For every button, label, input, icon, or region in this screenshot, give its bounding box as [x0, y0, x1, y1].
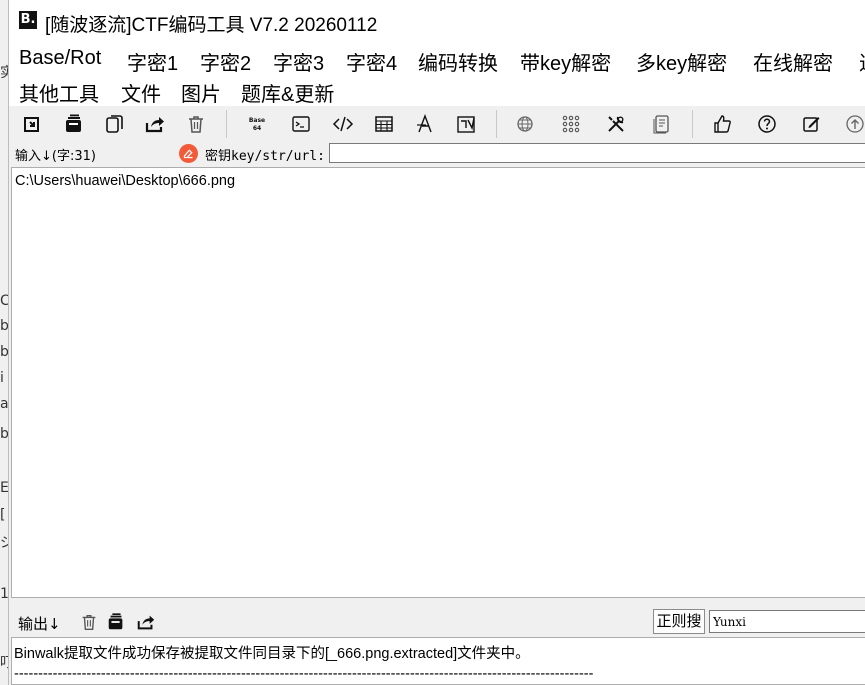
title-bar[interactable]: B. [随波逐流]CTF编码工具 V7.2 20260112 [9, 0, 865, 44]
menu-online-decrypt[interactable]: 在线解密 [753, 47, 833, 76]
menu-advanced[interactable]: 进 [859, 47, 865, 76]
menu-key-decrypt[interactable]: 带key解密 [520, 47, 611, 76]
output-share-icon[interactable] [135, 611, 157, 633]
document-icon[interactable] [649, 111, 675, 137]
toolbar: Base 64 [9, 106, 865, 142]
terminal-icon[interactable] [288, 111, 314, 137]
toolbar-separator [226, 110, 227, 138]
search-input[interactable] [709, 610, 865, 633]
menu-question-bank-update[interactable]: 题库&更新 [241, 78, 334, 107]
app-window: B. [随波逐流]CTF编码工具 V7.2 20260112 Base/Rot … [8, 0, 865, 685]
app-logo: B. [19, 11, 37, 29]
table-icon[interactable] [371, 111, 397, 137]
trash-icon[interactable] [183, 111, 209, 137]
output-trash-icon[interactable] [78, 611, 100, 633]
menu-image[interactable]: 图片 [181, 78, 221, 107]
menu-base-rot[interactable]: Base/Rot [19, 47, 101, 70]
import-icon[interactable] [19, 111, 45, 137]
edit-icon[interactable] [798, 111, 824, 137]
output-textarea[interactable]: Binwalk提取文件成功保存被提取文件同目录下的[_666.png.extra… [11, 637, 865, 685]
menu-zimi-3[interactable]: 字密3 [273, 47, 324, 76]
regex-search-button[interactable]: 正则搜 [653, 609, 705, 634]
output-header: 输出↓ 正则搜 [9, 606, 865, 636]
window-title: [随波逐流]CTF编码工具 V7.2 20260112 [45, 15, 378, 36]
font-a-icon[interactable] [412, 111, 438, 137]
menu-zimi-2[interactable]: 字密2 [200, 47, 251, 76]
signature-icon[interactable] [453, 111, 479, 137]
help-icon[interactable] [754, 111, 780, 137]
menu-multikey-decrypt[interactable]: 多key解密 [636, 47, 727, 76]
input-header: 输入↓(字:31) 密钥key/str/url: [9, 142, 865, 166]
base64-icon-number: 64 [253, 125, 261, 132]
base64-icon-text: Base [249, 117, 265, 124]
input-textarea[interactable]: C:\Users\huawei\Desktop\666.png [11, 167, 865, 598]
globe-icon[interactable] [513, 111, 539, 137]
output-divider-line: ----------------------------------------… [14, 666, 594, 682]
input-label: 输入↓(字:31) [15, 149, 96, 164]
output-line: Binwalk提取文件成功保存被提取文件同目录下的[_666.png.extra… [14, 646, 530, 662]
menu-file[interactable]: 文件 [121, 78, 161, 107]
menu-zimi-1[interactable]: 字密1 [127, 47, 178, 76]
output-label: 输出↓ [18, 615, 61, 633]
paste-icon[interactable] [101, 111, 127, 137]
grid-icon[interactable] [558, 111, 584, 137]
toolbar-separator [692, 110, 693, 138]
output-copy-icon[interactable] [105, 611, 127, 633]
key-label: 密钥key/str/url: [205, 149, 325, 164]
base64-icon[interactable]: Base 64 [244, 111, 270, 137]
key-eraser-icon[interactable] [179, 144, 198, 163]
share-icon[interactable] [142, 111, 168, 137]
code-icon[interactable] [330, 111, 356, 137]
thumbs-up-icon[interactable] [709, 111, 735, 137]
menu-other-tools[interactable]: 其他工具 [19, 78, 99, 107]
menu-bar: Base/Rot 字密1 字密2 字密3 字密4 编码转换 带key解密 多ke… [9, 44, 865, 106]
copy-stack-icon[interactable] [61, 111, 87, 137]
menu-zimi-4[interactable]: 字密4 [346, 47, 397, 76]
key-input[interactable] [329, 143, 865, 163]
menu-encoding-convert[interactable]: 编码转换 [418, 47, 498, 76]
tools-icon[interactable] [603, 111, 629, 137]
upload-icon[interactable] [842, 111, 865, 137]
toolbar-separator [496, 110, 497, 138]
background-glyph: [ [0, 507, 6, 523]
background-glyph: i [0, 370, 4, 386]
